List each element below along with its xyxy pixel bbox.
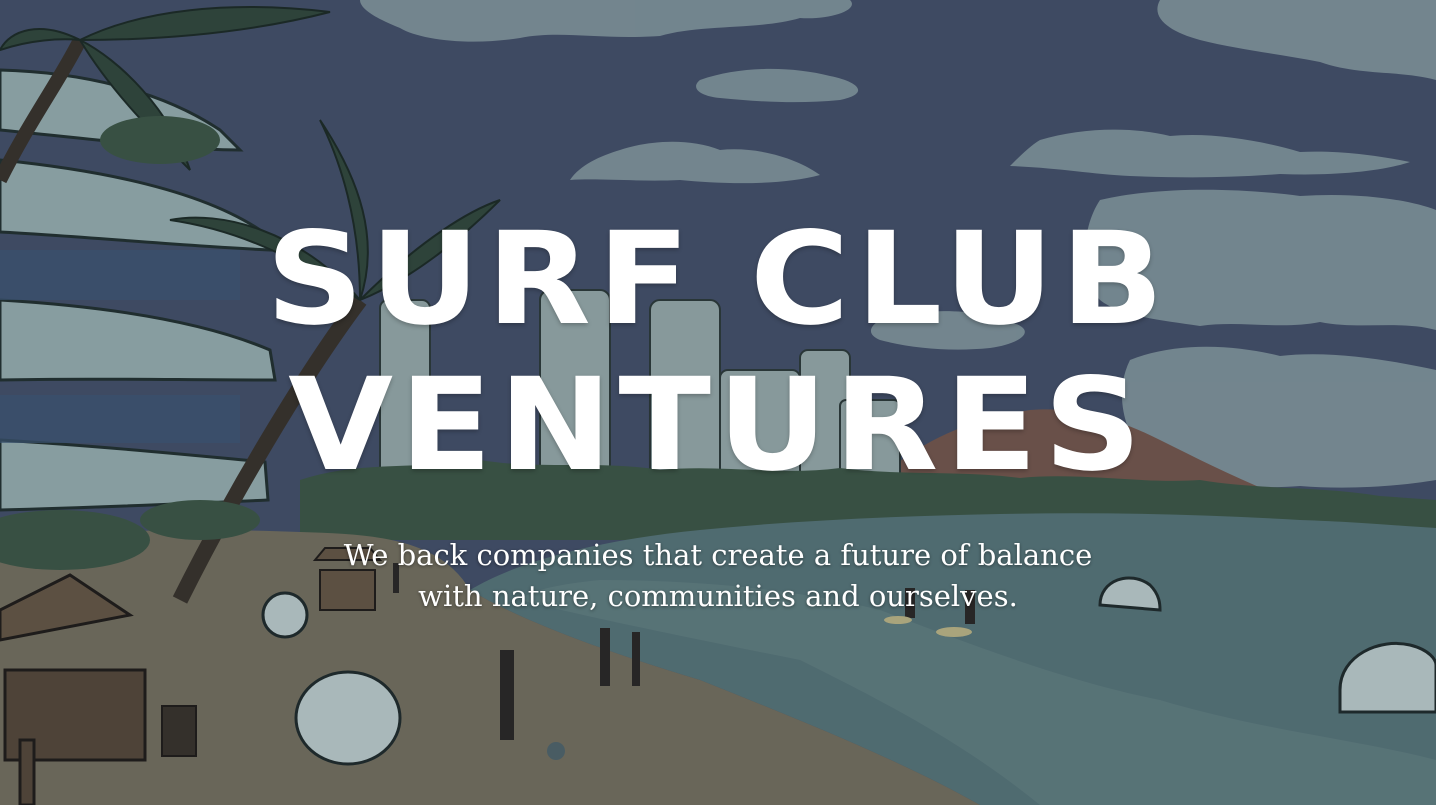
tagline-line-2: with nature, communities and ourselves. (418, 579, 1018, 613)
title-line-2: VENTURES (288, 351, 1148, 501)
hero-section: SURF CLUB VENTURES We back companies tha… (0, 0, 1436, 805)
tagline-line-1: We back companies that create a future o… (343, 538, 1093, 572)
site-title: SURF CLUB VENTURES (0, 207, 1436, 499)
title-line-1: SURF CLUB (265, 205, 1171, 355)
tagline: We back companies that create a future o… (318, 535, 1118, 617)
